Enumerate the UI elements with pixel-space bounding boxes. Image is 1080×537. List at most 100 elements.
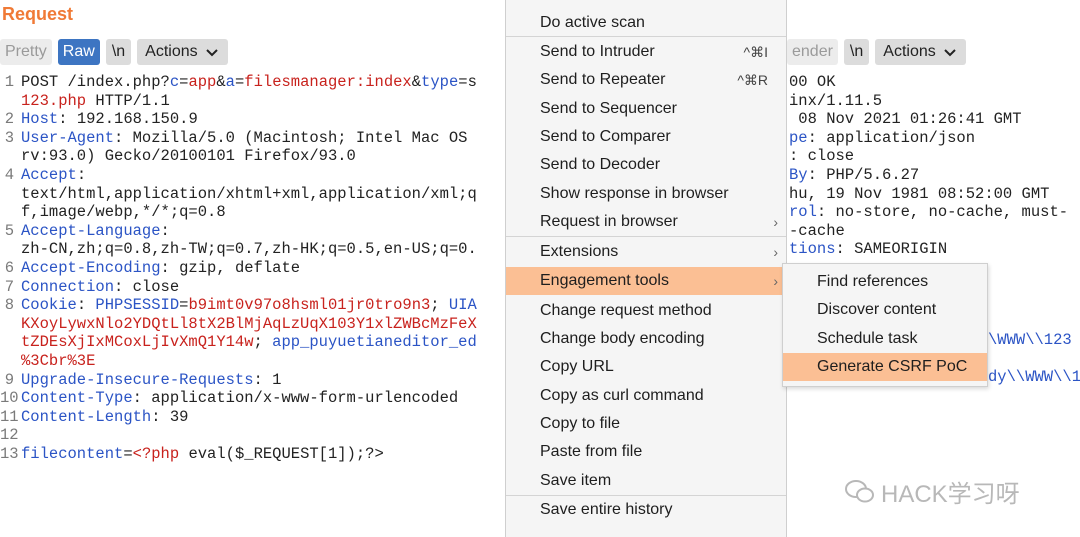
menu-item-extensions[interactable]: Extensions › bbox=[506, 238, 786, 266]
request-line: 4 Accept: bbox=[0, 166, 86, 185]
param-value: %3Cbr%3E bbox=[21, 352, 96, 370]
line-number: 2 bbox=[4, 110, 14, 129]
text-segment: : bbox=[160, 221, 170, 240]
engagement-tools-submenu: Find references Discover content Schedule … bbox=[782, 263, 988, 387]
response-line: 00 OK bbox=[789, 73, 836, 92]
tab-raw[interactable]: Raw bbox=[57, 39, 100, 65]
text-segment: : 39 bbox=[151, 407, 189, 426]
menu-item-do-active-scan[interactable]: Do active scan bbox=[506, 9, 786, 37]
menu-item-label: Do active scan bbox=[540, 14, 645, 31]
request-line: 9 Upgrade-Insecure-Requests: 1 bbox=[0, 370, 282, 390]
watermark: HACK学习呀 bbox=[845, 474, 1020, 509]
menu-item-copy-to-file[interactable]: Copy to file bbox=[506, 410, 786, 438]
header-name: Content-Type bbox=[21, 389, 133, 408]
submenu-item-schedule-task[interactable]: Schedule task bbox=[783, 325, 987, 353]
newline-toggle[interactable]: \n bbox=[105, 39, 132, 65]
menu-item-send-to-repeater[interactable]: Send to Repeater ^⌘R bbox=[506, 66, 786, 94]
menu-item-label: Send to Repeater bbox=[540, 71, 666, 88]
text-segment: 00 OK bbox=[789, 73, 836, 91]
text-segment: ; bbox=[430, 296, 449, 315]
menu-item-change-body-encoding[interactable]: Change body encoding bbox=[506, 325, 786, 353]
text-segment: text/html,application/xhtml+xml,applicat… bbox=[21, 184, 477, 203]
menu-item-send-to-sequencer[interactable]: Send to Sequencer bbox=[506, 95, 786, 123]
menu-item-engagement-tools[interactable]: Engagement tools › bbox=[506, 267, 786, 295]
menu-item-request-in-browser[interactable]: Request in browser › bbox=[506, 208, 786, 236]
response-fragment: \WWW\\123 bbox=[988, 331, 1072, 349]
header-name: By bbox=[789, 166, 808, 184]
response-newline-toggle[interactable]: \n bbox=[843, 39, 870, 65]
menu-item-label: Paste from file bbox=[540, 443, 643, 460]
menu-item-label: Save entire history bbox=[540, 501, 673, 518]
submenu-item-generate-csrf-poc[interactable]: Generate CSRF PoC bbox=[783, 353, 987, 381]
chevron-right-icon: › bbox=[773, 273, 778, 289]
response-line: 08 Nov 2021 01:26:41 GMT bbox=[789, 110, 1022, 129]
tab-pretty[interactable]: Pretty bbox=[0, 39, 52, 65]
text-segment: : close bbox=[114, 277, 180, 296]
request-line: 6 Accept-Encoding: gzip, deflate bbox=[0, 259, 300, 278]
menu-item-save-item[interactable]: Save item bbox=[506, 467, 786, 495]
line-number: 1 bbox=[4, 73, 14, 91]
menu-item-paste-from-file[interactable]: Paste from file bbox=[506, 438, 786, 466]
actions-label: Actions bbox=[145, 43, 198, 60]
header-name: User-Agent bbox=[21, 128, 115, 147]
line-number: 8 bbox=[4, 296, 14, 315]
menu-item-send-to-intruder[interactable]: Send to Intruder ^⌘I bbox=[506, 38, 786, 66]
actions-dropdown[interactable]: Actions bbox=[137, 39, 228, 65]
header-name: Host bbox=[21, 110, 59, 129]
request-line: 10 Content-Type: application/x-www-form-u… bbox=[0, 389, 458, 408]
watermark-text: HACK学习呀 bbox=[881, 481, 1020, 508]
menu-item-copy-as-curl-command[interactable]: Copy as curl command bbox=[506, 382, 786, 410]
text-segment: = bbox=[123, 445, 133, 463]
menu-item-copy-url[interactable]: Copy URL bbox=[506, 353, 786, 381]
header-name: rol bbox=[789, 203, 817, 222]
submenu-item-find-references[interactable]: Find references bbox=[783, 268, 987, 296]
param-value: KXoyLywxNlo2YDQtLl8tX2BlMjAqLzUqX103Y1xl… bbox=[21, 314, 477, 333]
text-segment: : SAMEORIGIN bbox=[835, 240, 948, 259]
request-line: 2 Host: 192.168.150.9 bbox=[0, 110, 198, 129]
menu-item-send-to-comparer[interactable]: Send to Comparer bbox=[506, 123, 786, 151]
response-fragment: dy\\WWW\\1 bbox=[988, 368, 1080, 386]
header-name: app_puyuetianeditor_ed bbox=[272, 333, 477, 352]
request-line: KXoyLywxNlo2YDQtLl8tX2BlMjAqLzUqX103Y1xl… bbox=[0, 315, 477, 334]
response-view-tabs: ender \n Actions bbox=[787, 39, 966, 65]
context-menu: Do active scan Send to Intruder ^⌘I Send to… bbox=[505, 0, 787, 537]
chevron-down-icon bbox=[205, 49, 218, 57]
chevron-right-icon: › bbox=[773, 214, 778, 230]
text-segment: : application/x-www-form-urlencoded bbox=[132, 389, 459, 408]
response-actions-label: Actions bbox=[883, 43, 936, 60]
menu-item-label: Copy as curl command bbox=[540, 387, 704, 404]
menu-item-show-response-in-browser[interactable]: Show response in browser bbox=[506, 180, 786, 208]
menu-item-label: Save item bbox=[540, 472, 612, 489]
response-actions-dropdown[interactable]: Actions bbox=[875, 39, 966, 65]
line-number: 9 bbox=[4, 370, 14, 389]
text-segment: : bbox=[76, 166, 87, 184]
request-line: %3Cbr%3E bbox=[0, 352, 95, 371]
menu-item-save-entire-history[interactable]: Save entire history bbox=[506, 496, 786, 524]
request-editor[interactable]: 1 POST /index.php?c=app&a=filesmanager:in… bbox=[0, 72, 504, 537]
tab-render[interactable]: ender bbox=[787, 39, 838, 65]
submenu-item-discover-content[interactable]: Discover content bbox=[783, 296, 987, 324]
request-line: tZDEsXjIxMCoxLjIvXmQ1Y14w; app_puyuetian… bbox=[0, 333, 477, 352]
text-segment: 08 Nov 2021 01:26:41 GMT bbox=[789, 110, 1022, 129]
header-name: tions bbox=[789, 240, 836, 259]
request-view-tabs: Pretty Raw \n Actions bbox=[0, 39, 228, 65]
line-number: 7 bbox=[4, 277, 14, 296]
menu-item-label: Copy to file bbox=[540, 415, 621, 432]
menu-item-change-request-method[interactable]: Change request method bbox=[506, 297, 786, 325]
menu-item-send-to-decoder[interactable]: Send to Decoder bbox=[506, 151, 786, 179]
text-segment: = bbox=[234, 73, 245, 91]
text-segment: POST /index.php? bbox=[21, 73, 170, 91]
response-line: rol: no-store, no-cache, must- bbox=[789, 203, 1068, 222]
text-segment: hu, 19 Nov 1981 08:52:00 GMT bbox=[789, 184, 1050, 203]
header-name: c bbox=[169, 73, 180, 91]
menu-item-label: Send to Intruder bbox=[540, 43, 655, 60]
line-number: 12 bbox=[0, 426, 19, 445]
menu-item-label: Engagement tools bbox=[540, 272, 669, 289]
chevron-right-icon: › bbox=[773, 244, 778, 260]
request-line: 123.php HTTP/1.1 bbox=[0, 92, 170, 111]
line-number: 3 bbox=[4, 128, 14, 147]
param-value: <?php bbox=[132, 445, 180, 463]
text-segment: : close bbox=[789, 147, 855, 166]
response-line: pe: application/json bbox=[789, 129, 975, 148]
text-segment: ; bbox=[253, 333, 273, 352]
